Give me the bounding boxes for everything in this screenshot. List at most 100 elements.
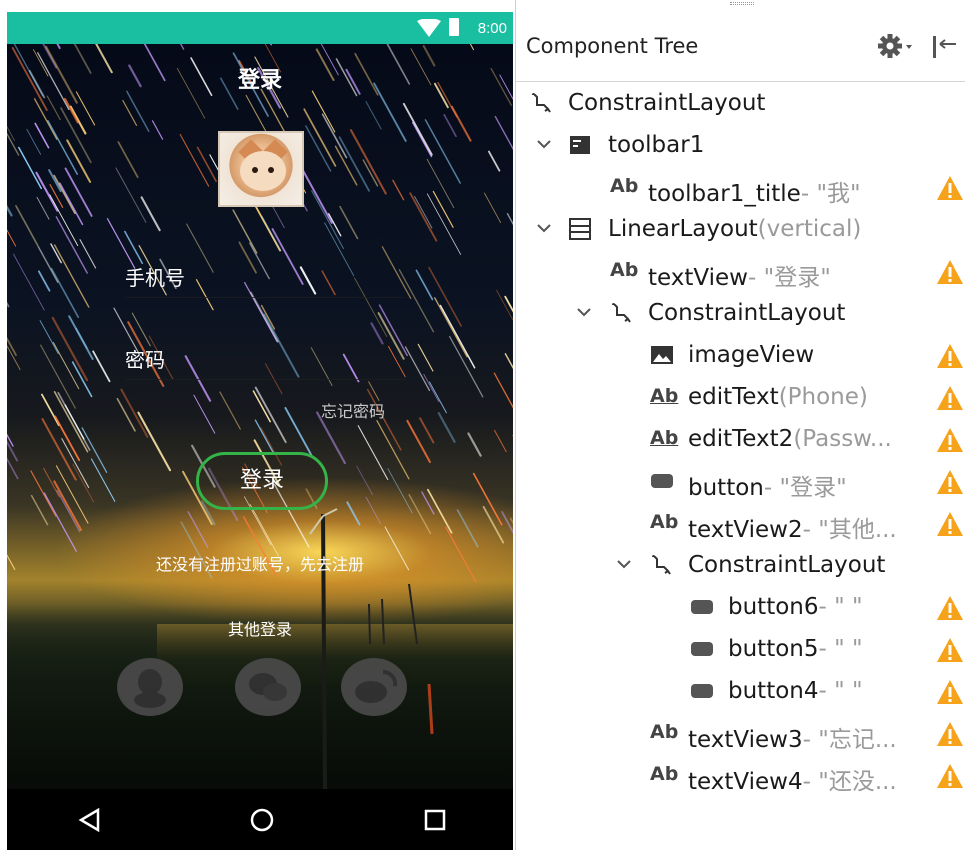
login-screen: 登录 手机号 密码 忘记密码 登录 还没有注册过账号，先去注册 其他登录 [7, 44, 513, 789]
home-icon [250, 808, 274, 831]
tree-row[interactable]: toolbar1 [516, 124, 965, 166]
tree-row-name: toolbar1 [608, 132, 705, 158]
tree-row-name: ConstraintLayout [648, 300, 846, 326]
collapse-panel-icon[interactable] [930, 32, 960, 62]
tree-row-name: button6 [728, 594, 819, 620]
password-field-hint: 密码 [125, 348, 165, 372]
linear-layout-icon [569, 218, 591, 240]
phone-field[interactable]: 手机号 [125, 262, 405, 298]
tree-row-name: editText2 [688, 426, 794, 452]
tree-row-name: ConstraintLayout [568, 90, 766, 116]
edittext-icon: Ab [650, 385, 679, 407]
tree-row-name: imageView [688, 342, 815, 368]
chevron-down-icon[interactable] [536, 136, 552, 152]
warning-icon[interactable] [936, 469, 964, 495]
home-button[interactable] [232, 789, 292, 850]
recents-button[interactable] [405, 789, 465, 850]
tree-row[interactable]: LinearLayout(vertical) [516, 208, 965, 250]
tree-row-name: editText [688, 384, 779, 410]
gear-icon[interactable] [876, 30, 916, 62]
tree-row[interactable]: Ab textView- "登录" [516, 250, 965, 292]
device-preview: 8:00 登录 手机号 密码 忘记密码 登录 还没有注册过账号，先去注册 其他登… [7, 12, 513, 850]
tree-row[interactable]: Ab textView4- "还没... [516, 754, 965, 796]
button-icon [691, 642, 713, 656]
warning-icon[interactable] [936, 637, 964, 663]
button-icon [691, 684, 713, 698]
panel-header: Component Tree [516, 8, 965, 82]
tree-row[interactable]: Ab editText(Phone) [516, 376, 965, 418]
qq-icon [134, 669, 166, 708]
wechat-icon [249, 673, 287, 701]
navigation-bar [7, 789, 513, 850]
warning-icon[interactable] [936, 595, 964, 621]
tree-row[interactable]: Ab toolbar1_title- "我" [516, 166, 965, 208]
constraint-icon [652, 555, 671, 575]
tree-row[interactable]: button6- " " [516, 586, 965, 628]
panel-title: Component Tree [526, 34, 699, 58]
tree-row[interactable]: imageView [516, 334, 965, 376]
battery-icon [449, 18, 459, 36]
warning-icon[interactable] [936, 427, 964, 453]
wechat-login-button[interactable] [235, 658, 301, 716]
tree-row-name: textView4 [688, 769, 803, 795]
resize-grip[interactable] [730, 2, 754, 5]
tree-row[interactable]: button5- " " [516, 628, 965, 670]
other-login-label: 其他登录 [227, 620, 292, 639]
chevron-down-icon[interactable] [616, 556, 632, 572]
constraint-icon [612, 303, 631, 323]
imageview-icon [651, 346, 673, 364]
back-icon [78, 807, 100, 832]
tree-row-name: textView3 [688, 727, 803, 753]
button-icon [651, 474, 673, 488]
password-field[interactable]: 密码 [125, 344, 405, 380]
chevron-down-icon[interactable] [576, 304, 592, 320]
recents-icon [424, 809, 446, 830]
back-button[interactable] [59, 789, 119, 850]
warning-icon[interactable] [936, 679, 964, 705]
toolbar-icon [570, 136, 590, 154]
tree-row-name: textView2 [688, 517, 803, 543]
wifi-icon [417, 19, 441, 37]
qq-login-button[interactable] [117, 658, 183, 716]
tree-row-name: textView [648, 265, 748, 291]
tree-row[interactable]: Ab textView3- "忘记... [516, 712, 965, 754]
phone-field-hint: 手机号 [125, 266, 185, 290]
tree-row-name: LinearLayout [608, 216, 758, 242]
tree-row[interactable]: ConstraintLayout [516, 544, 965, 586]
tree-row[interactable]: Ab editText2(Passw... [516, 418, 965, 460]
textview-icon: Ab [650, 763, 679, 785]
tree-row-name: button [688, 475, 764, 501]
forgot-password-link[interactable]: 忘记密码 [321, 398, 385, 422]
weibo-login-button[interactable] [341, 658, 407, 716]
weibo-icon [355, 669, 398, 703]
button-icon [691, 600, 713, 614]
textview-icon: Ab [650, 511, 679, 533]
tree-row-name: toolbar1_title [648, 181, 801, 207]
textview-icon: Ab [610, 259, 639, 281]
warning-icon[interactable] [936, 385, 964, 411]
component-tree-panel: Component Tree ConstraintLayout toolbar1… [515, 0, 965, 850]
tree-row-name: button4 [728, 678, 819, 704]
tree-row[interactable]: ConstraintLayout [516, 82, 965, 124]
warning-icon[interactable] [936, 259, 964, 285]
avatar-image[interactable] [218, 131, 304, 207]
warning-icon[interactable] [936, 721, 964, 747]
warning-icon[interactable] [936, 511, 964, 537]
tree-row[interactable]: button- "登录" [516, 460, 965, 502]
tree-row[interactable]: ConstraintLayout [516, 292, 965, 334]
edittext-icon: Ab [650, 427, 679, 449]
status-bar: 8:00 [7, 12, 513, 44]
textview-icon: Ab [610, 175, 639, 197]
tree-row[interactable]: button4- " " [516, 670, 965, 712]
page-title: 登录 [237, 68, 282, 93]
warning-icon[interactable] [936, 763, 964, 789]
warning-icon[interactable] [936, 343, 964, 369]
tree-row-name: button5 [728, 636, 819, 662]
login-button[interactable]: 登录 [196, 452, 328, 510]
textview-icon: Ab [650, 721, 679, 743]
register-link[interactable]: 还没有注册过账号，先去注册 [7, 551, 513, 575]
chevron-down-icon[interactable] [536, 220, 552, 236]
tree-row[interactable]: Ab textView2- "其他... [516, 502, 965, 544]
constraint-icon [532, 93, 551, 113]
warning-icon[interactable] [936, 175, 964, 201]
